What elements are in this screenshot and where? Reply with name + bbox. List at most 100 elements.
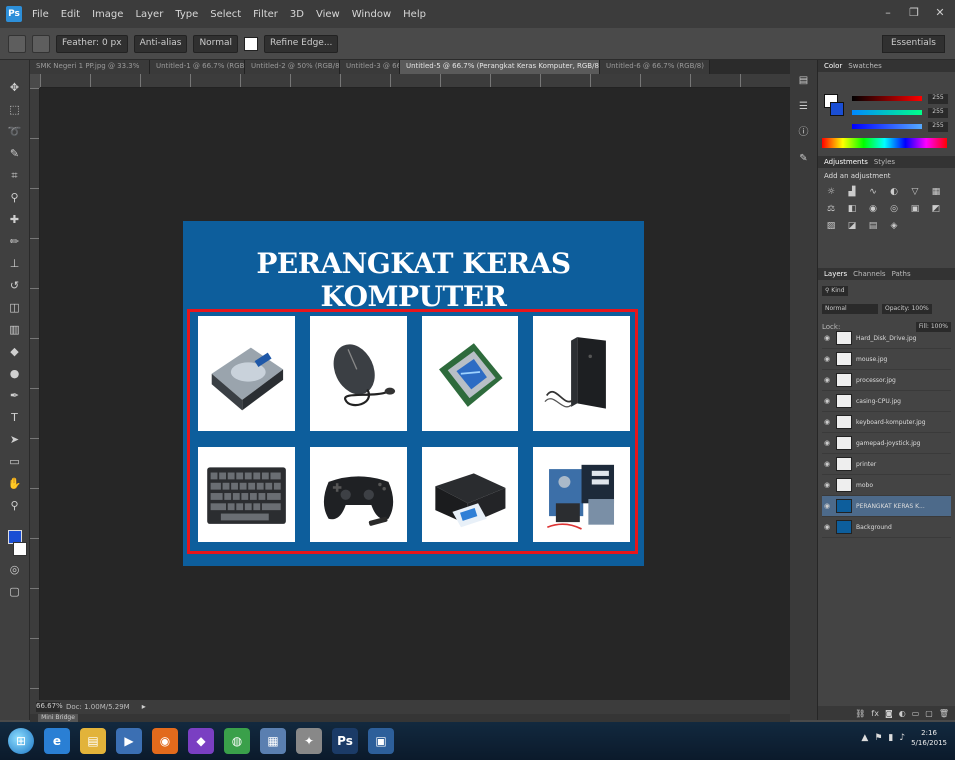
clock[interactable]: 2:16 5/16/2015: [911, 728, 947, 748]
taskbar-app-icon[interactable]: ◉: [152, 728, 178, 754]
stamp-tool-icon[interactable]: ⊥: [7, 256, 23, 272]
brush-panel-icon[interactable]: ✎: [797, 152, 811, 166]
opacity-field[interactable]: Opacity: 100%: [882, 304, 932, 314]
close-icon[interactable]: ✕: [933, 6, 947, 20]
tab-document-4[interactable]: Untitled-3 @ 66.7%: [340, 60, 400, 74]
color-balance-icon[interactable]: ⚖: [824, 203, 838, 215]
zoom-level-field[interactable]: 66.67%: [36, 702, 63, 712]
menu-view[interactable]: View: [316, 9, 340, 20]
ruler-horizontal[interactable]: [40, 74, 790, 88]
taskbar-app-icon[interactable]: ▤: [80, 728, 106, 754]
flag-icon[interactable]: ⚑: [874, 733, 882, 743]
layer-filter-icon[interactable]: ⚲ Kind: [822, 286, 848, 296]
feather-field[interactable]: Feather: 0 px: [56, 34, 128, 53]
link-layers-icon[interactable]: ⛓: [855, 709, 865, 718]
menu-file[interactable]: File: [32, 9, 49, 20]
crop-tool-icon[interactable]: ⌗: [7, 168, 23, 184]
hue-icon[interactable]: ▦: [929, 186, 943, 198]
photo-filter-icon[interactable]: ◉: [866, 203, 880, 215]
adjustment-layer-icon[interactable]: ◐: [899, 709, 906, 718]
tab-paths[interactable]: Paths: [892, 270, 911, 278]
brightness-icon[interactable]: ☼: [824, 186, 838, 198]
hand-tool-icon[interactable]: ✋: [7, 476, 23, 492]
new-layer-icon[interactable]: ▢: [925, 709, 933, 718]
new-group-icon[interactable]: ▭: [912, 709, 920, 718]
minimize-icon[interactable]: –: [881, 6, 895, 20]
channel-mixer-icon[interactable]: ◎: [887, 203, 901, 215]
tab-document-1[interactable]: SMK Negeri 1 PP.jpg @ 33.3%: [30, 60, 150, 74]
selection-mode-icon[interactable]: [32, 34, 50, 53]
visibility-eye-icon[interactable]: ◉: [822, 334, 832, 342]
pen-tool-icon[interactable]: ✒: [7, 388, 23, 404]
menu-layer[interactable]: Layer: [135, 9, 163, 20]
invert-icon[interactable]: ◩: [929, 203, 943, 215]
tab-adjustments[interactable]: Adjustments: [824, 158, 868, 166]
status-arrow-icon[interactable]: ▸: [136, 702, 152, 712]
canvas-workspace[interactable]: PERANGKAT KERAS KOMPUTER: [40, 88, 790, 700]
tab-document-2[interactable]: Untitled-1 @ 66.7% (RGB/8): [150, 60, 245, 74]
levels-icon[interactable]: ▟: [845, 186, 859, 198]
menu-select[interactable]: Select: [210, 9, 241, 20]
menu-window[interactable]: Window: [352, 9, 391, 20]
marquee-tool-icon[interactable]: ⬚: [7, 102, 23, 118]
tab-document-active[interactable]: Untitled-5 @ 66.7% (Perangkat Keras Komp…: [400, 60, 600, 74]
healing-tool-icon[interactable]: ✚: [7, 212, 23, 228]
tab-document-6[interactable]: Untitled-6 @ 66.7% (RGB/8): [600, 60, 710, 74]
posterize-icon[interactable]: ▨: [824, 220, 838, 232]
visibility-eye-icon[interactable]: ◉: [822, 481, 832, 489]
curves-icon[interactable]: ∿: [866, 186, 880, 198]
network-icon[interactable]: ▮: [888, 733, 893, 743]
taskbar-app-icon[interactable]: ▶: [116, 728, 142, 754]
tab-channels[interactable]: Channels: [853, 270, 885, 278]
info-panel-icon[interactable]: ⓘ: [797, 126, 811, 140]
gradient-tool-icon[interactable]: ▥: [7, 322, 23, 338]
green-value[interactable]: 255: [928, 108, 948, 118]
taskbar-app-icon[interactable]: e: [44, 728, 70, 754]
tab-document-3[interactable]: Untitled-2 @ 50% (RGB/8): [245, 60, 340, 74]
taskbar-app-icon[interactable]: ✦: [296, 728, 322, 754]
swatch-icon[interactable]: [244, 36, 259, 51]
layer-row[interactable]: ◉ Background: [822, 517, 951, 538]
layer-row[interactable]: ◉ mouse.jpg: [822, 349, 951, 370]
taskbar-app-icon[interactable]: Ps: [332, 728, 358, 754]
layer-row[interactable]: ◉ casing-CPU.jpg: [822, 391, 951, 412]
show-hidden-icons-icon[interactable]: ▲: [861, 733, 868, 743]
layer-row[interactable]: ◉ mobo: [822, 475, 951, 496]
eyedropper-tool-icon[interactable]: ⚲: [7, 190, 23, 206]
layer-row[interactable]: ◉ processor.jpg: [822, 370, 951, 391]
background-color-swatch[interactable]: [12, 542, 27, 556]
artboard[interactable]: PERANGKAT KERAS KOMPUTER: [183, 221, 644, 566]
menu-3d[interactable]: 3D: [290, 9, 304, 20]
visibility-eye-icon[interactable]: ◉: [822, 418, 832, 426]
tab-swatches[interactable]: Swatches: [848, 62, 881, 70]
shape-tool-icon[interactable]: ▭: [7, 454, 23, 470]
menu-filter[interactable]: Filter: [253, 9, 278, 20]
layer-row[interactable]: ◉ gamepad-joystick.jpg: [822, 433, 951, 454]
anti-alias-checkbox[interactable]: Anti-alias: [133, 34, 188, 53]
type-tool-icon[interactable]: T: [7, 410, 23, 426]
gradient-map-icon[interactable]: ▤: [866, 220, 880, 232]
layer-row[interactable]: ◉ printer: [822, 454, 951, 475]
tab-color[interactable]: Color: [824, 62, 842, 70]
menu-type[interactable]: Type: [175, 9, 198, 20]
threshold-icon[interactable]: ◪: [845, 220, 859, 232]
menu-image[interactable]: Image: [92, 9, 123, 20]
fill-field[interactable]: Fill: 100%: [915, 322, 951, 332]
blue-value[interactable]: 255: [928, 122, 948, 132]
menu-edit[interactable]: Edit: [61, 9, 80, 20]
tab-mini-bridge[interactable]: Mini Bridge: [38, 714, 78, 722]
ruler-vertical[interactable]: [30, 88, 40, 700]
layer-row[interactable]: ◉ keyboard-komputer.jpg: [822, 412, 951, 433]
add-mask-icon[interactable]: ◙: [885, 709, 893, 718]
brush-tool-icon[interactable]: ✏: [7, 234, 23, 250]
menu-help[interactable]: Help: [403, 9, 426, 20]
color-spectrum[interactable]: [822, 138, 947, 148]
taskbar-app-icon[interactable]: ◍: [224, 728, 250, 754]
start-button[interactable]: ⊞: [8, 728, 34, 754]
panel-background-swatch[interactable]: [830, 102, 844, 116]
visibility-eye-icon[interactable]: ◉: [822, 460, 832, 468]
history-panel-icon[interactable]: ▤: [797, 74, 811, 88]
document-info[interactable]: Doc: 1.00M/5.29M: [66, 703, 130, 711]
fx-icon[interactable]: fx: [871, 709, 879, 718]
black-white-icon[interactable]: ◧: [845, 203, 859, 215]
